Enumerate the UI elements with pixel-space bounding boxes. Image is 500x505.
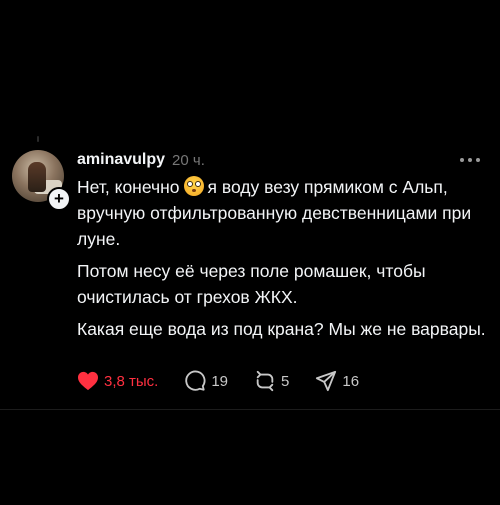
avatar-image-person <box>28 162 46 192</box>
repost-icon <box>256 370 274 392</box>
comment-icon <box>185 370 206 391</box>
more-icon[interactable] <box>458 154 482 166</box>
post-paragraph-2: Потом несу её через поле ромашек, чтобы … <box>77 261 426 307</box>
like-count: 3,8 тыс. <box>104 372 159 390</box>
thread-line <box>37 136 39 142</box>
post-paragraph-1: Нет, конечно я воду везу прямиком с Альп,… <box>77 174 487 252</box>
post-text-start: Нет, конечно <box>77 177 180 197</box>
username[interactable]: aminavulpy <box>77 151 165 169</box>
post-paragraph-3: Какая еще вода из под крана? Мы же не ва… <box>77 319 486 339</box>
share-count: 16 <box>342 372 360 390</box>
post-header: aminavulpy 20 ч. <box>77 150 482 170</box>
comment-count: 19 <box>211 372 229 390</box>
post-time: 20 ч. <box>172 151 205 169</box>
post-body: Нет, конечно я воду везу прямиком с Альп,… <box>77 174 487 342</box>
follow-plus-icon[interactable]: + <box>47 187 71 211</box>
post-divider <box>0 409 500 410</box>
emoji-flushed-icon <box>183 176 204 196</box>
post-actions: 3,8 тыс. 19 5 16 <box>77 369 385 393</box>
heart-icon <box>78 371 98 391</box>
repost-button[interactable]: 5 <box>254 370 289 392</box>
avatar-container[interactable]: + <box>12 150 71 211</box>
like-button[interactable]: 3,8 тыс. <box>77 371 158 391</box>
repost-count: 5 <box>281 372 290 390</box>
share-icon <box>316 370 337 392</box>
comment-button[interactable]: 19 <box>184 370 228 392</box>
share-button[interactable]: 16 <box>315 370 359 392</box>
